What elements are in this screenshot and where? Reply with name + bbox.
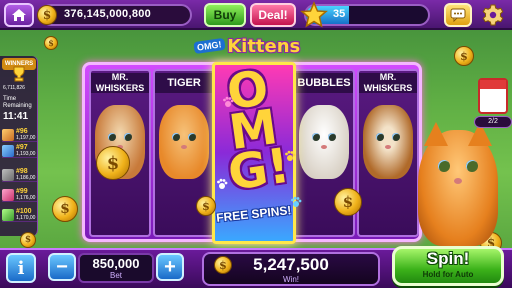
settings-button[interactable] [480, 3, 506, 27]
paw-icon [285, 150, 296, 161]
kitten-eye [188, 133, 196, 141]
daily-bonus-button[interactable] [478, 78, 508, 114]
kitten-symbol [299, 105, 349, 179]
side-progress-counter: 2/2 [474, 116, 512, 128]
leaderboard-row[interactable]: #100 1,170,00 [2, 208, 37, 222]
leaderboard-score: 1,170,00 [16, 215, 36, 221]
deal-button[interactable]: Deal! [250, 3, 296, 27]
bet-label: Bet [109, 271, 122, 280]
chat-button[interactable] [444, 3, 472, 27]
buy-button[interactable]: Buy [204, 3, 246, 27]
win-label: Win! [283, 275, 299, 284]
kitten-eye [312, 133, 320, 141]
bet-amount: 850,000 [92, 256, 140, 271]
leaderboard-rank: #96 [16, 128, 28, 135]
time-remaining-value: 11:41 [3, 111, 29, 122]
kitten-mascot [418, 130, 498, 246]
kitten-eye [172, 133, 180, 141]
coin-icon: $ [96, 146, 130, 180]
leaderboard-row[interactable]: #97 1,193,00 [2, 144, 37, 158]
leaderboard-rank: #97 [16, 144, 28, 151]
kitten-ear [424, 122, 448, 146]
avatar [2, 129, 14, 141]
reel-symbol-name: MR. WHISKERS [359, 72, 417, 93]
leaderboard-score: 1,186,00 [16, 175, 36, 181]
leaderboard-score: 1,193,00 [16, 151, 36, 157]
kitten-nose [181, 145, 187, 149]
coin-icon: $ [52, 196, 78, 222]
kitten-eye [124, 133, 132, 141]
leaderboard-score: 1,176,00 [16, 195, 36, 201]
gear-icon [482, 4, 504, 26]
kitten-eye [328, 133, 336, 141]
leaderboard-top-amount: 6,711,826 [3, 85, 25, 91]
paw-icon [217, 178, 228, 189]
kitten-nose [385, 145, 391, 149]
avatar [2, 169, 14, 181]
coin-icon: $ [334, 188, 362, 216]
coin-icon: $ [196, 196, 216, 216]
leaderboard-row[interactable]: #99 1,176,00 [2, 188, 37, 202]
home-icon [12, 9, 26, 21]
leaderboard-score: 1,197,00 [16, 135, 36, 141]
leaderboard-row[interactable]: #96 1,197,00 [2, 128, 37, 142]
decrease-bet-button[interactable]: − [48, 253, 76, 281]
win-amount: 5,247,500 [253, 255, 329, 274]
leaderboard-row[interactable]: #98 1,186,00 [2, 168, 37, 182]
level-number: 35 [333, 8, 346, 20]
game-logo: OMG! Kittens [186, 34, 308, 58]
kitten-symbol [159, 105, 209, 179]
reel-symbol-name: MR. WHISKERS [91, 72, 149, 93]
coin-icon: $ [37, 5, 57, 25]
kitten-eye [376, 133, 384, 141]
leaderboard-rank: #100 [16, 208, 32, 215]
reel-symbol-name: BUBBLES [295, 73, 353, 93]
calendar-icon [480, 80, 506, 89]
reel-symbol-name: TIGER [155, 73, 213, 93]
leaderboard-rank: #98 [16, 168, 28, 175]
increase-bet-button[interactable]: + [156, 253, 184, 281]
kitten-eye [108, 133, 116, 141]
coin-icon: $ [20, 232, 36, 248]
coin-icon: $ [44, 36, 58, 50]
avatar [2, 145, 14, 157]
logo-title: Kittens [227, 35, 301, 57]
star-icon [300, 1, 328, 28]
balance-amount: 376,145,000,800 [64, 8, 152, 20]
kitten-eye [466, 160, 478, 172]
avatar [2, 189, 14, 201]
kitten-eye [392, 133, 400, 141]
kitten-eye [438, 160, 450, 172]
reel: MR. WHISKERS [357, 69, 419, 237]
coin-icon: $ [454, 46, 474, 66]
time-remaining-label: Time Remaining [3, 96, 32, 109]
trophy-icon [13, 66, 25, 82]
spin-hold-hint: Hold for Auto [422, 270, 474, 279]
avatar [2, 209, 14, 221]
chat-icon [450, 8, 466, 22]
paw-icon [223, 96, 234, 107]
kitten-symbol [363, 105, 413, 179]
kitten-nose [321, 145, 327, 149]
kitten-nose [454, 178, 462, 184]
paw-icon [291, 196, 302, 207]
home-button[interactable] [4, 3, 34, 27]
spin-label: Spin! [426, 249, 470, 268]
leaderboard-rank: #99 [16, 188, 28, 195]
info-button[interactable]: i [6, 253, 36, 283]
logo-omg: OMG! [193, 37, 225, 55]
